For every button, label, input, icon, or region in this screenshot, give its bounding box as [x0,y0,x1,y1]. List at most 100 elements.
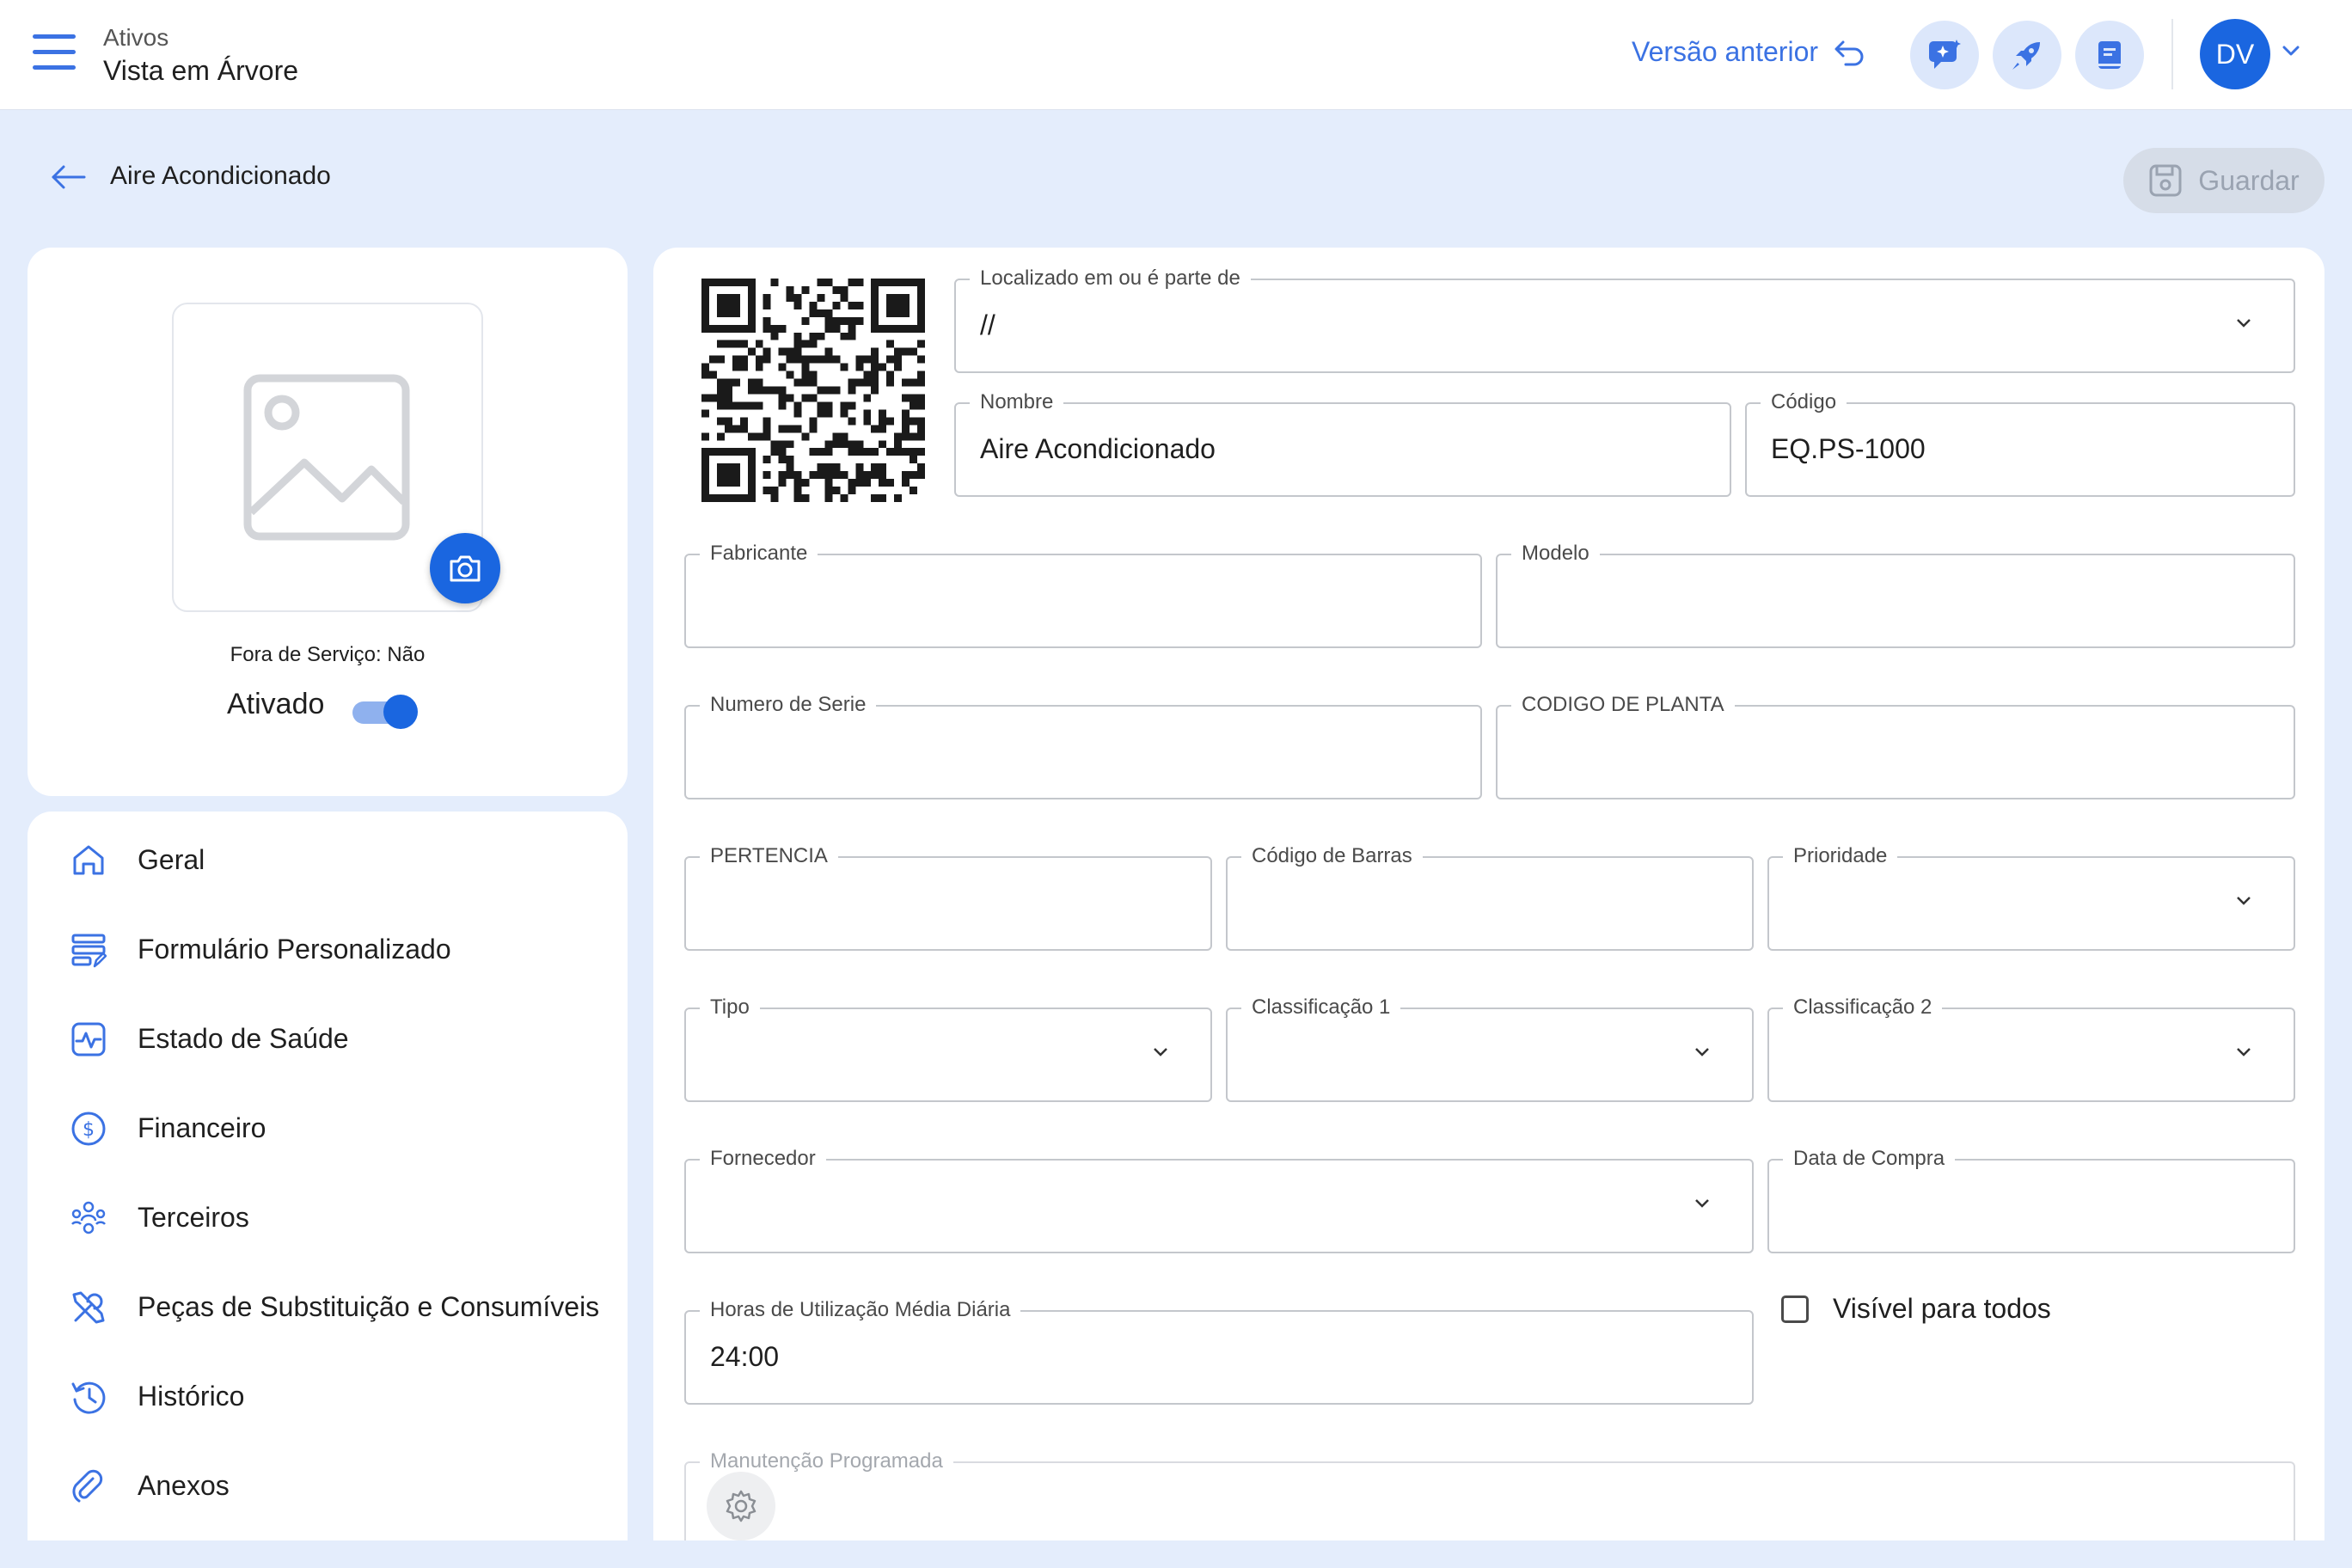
page-title: Aire Acondicionado [110,162,331,190]
chevron-down-icon [2237,319,2251,328]
toggle-knob [383,695,418,729]
guide-button[interactable] [2075,21,2144,89]
pertencia-label: PERTENCIA [700,844,838,868]
daily-hours-label: Horas de Utilização Média Diária [700,1298,1021,1322]
code-field[interactable]: Código EQ.PS-1000 [1745,390,2295,497]
chat-ai-button[interactable] [1910,21,1979,89]
model-field[interactable]: Modelo [1496,542,2295,648]
chevron-down-icon[interactable] [2282,45,2300,57]
header-divider [2171,19,2173,89]
camera-icon [450,555,481,582]
asset-photo-card: Fora de Serviço: Não Ativado [28,248,628,796]
supplier-label: Fornecedor [700,1147,826,1171]
classification1-select[interactable]: Classificação 1 [1226,995,1754,1102]
name-label: Nombre [970,390,1064,414]
visible-to-all-row[interactable]: Visível para todos [1781,1293,2051,1325]
scheduled-maintenance-label: Manutenção Programada [700,1449,953,1473]
save-button[interactable]: Guardar [2123,148,2324,213]
location-field[interactable]: Localizado em ou é parte de // [954,266,2295,373]
chevron-down-icon [1695,1199,1709,1208]
home-icon [73,845,104,875]
rocket-button[interactable] [1993,21,2061,89]
chevron-down-icon [2237,897,2251,905]
classification2-label: Classificação 2 [1783,995,1943,1020]
save-label: Guardar [2198,164,2300,196]
location-label: Localizado em ou é parte de [970,266,1251,291]
supplier-select[interactable]: Fornecedor [684,1147,1754,1253]
nav-item-health[interactable]: Estado de Saúde [28,995,628,1081]
chevron-down-icon [2237,1048,2251,1057]
custom-form-icon [71,934,107,968]
code-value: EQ.PS-1000 [1771,433,1926,464]
third-parties-icon [71,1201,106,1234]
visible-to-all-checkbox[interactable] [1781,1295,1809,1323]
daily-hours-field[interactable]: Horas de Utilização Média Diária 24:00 [684,1298,1754,1405]
history-icon [71,1381,106,1414]
priority-label: Prioridade [1783,844,1898,868]
nav-label: Estado de Saúde [138,1023,349,1054]
save-icon [2149,164,2182,197]
purchase-date-field[interactable]: Data de Compra [1767,1147,2295,1253]
plant-code-field[interactable]: CODIGO DE PLANTA [1496,693,2295,799]
nav-label: Histórico [138,1381,245,1412]
nav-label: Terceiros [138,1202,249,1233]
type-select[interactable]: Tipo [684,995,1212,1102]
code-label: Código [1761,390,1847,414]
svg-text:$: $ [83,1119,95,1141]
manufacturer-field[interactable]: Fabricante [684,542,1482,648]
previous-version-link[interactable]: Versão anterior [1632,36,1865,68]
nav-item-attachments[interactable]: Anexos [28,1442,628,1528]
avatar[interactable]: DV [2200,19,2270,89]
nav-item-custom-form[interactable]: Formulário Personalizado [28,906,628,992]
barcode-field[interactable]: Código de Barras [1226,844,1754,951]
nav-item-third-parties[interactable]: Terceiros [28,1174,628,1260]
nav-item-financial[interactable]: $ Financeiro [28,1085,628,1171]
nav-label: Geral [138,844,205,875]
undo-icon [1834,40,1864,65]
name-value: Aire Acondicionado [980,433,1216,464]
name-field[interactable]: Nombre Aire Acondicionado [954,390,1731,497]
camera-button[interactable] [430,533,500,603]
tools-icon [72,1291,105,1324]
nav-label: Financeiro [138,1112,266,1143]
menu-icon[interactable] [33,34,76,72]
top-bar: Ativos Vista em Árvore Versão anterior D… [0,0,2352,110]
breadcrumb-current: Vista em Árvore [103,55,299,86]
model-label: Modelo [1511,542,1600,566]
scheduled-maintenance-field: Manutenção Programada [684,1449,2295,1540]
manufacturer-label: Fabricante [700,542,818,566]
chevron-down-icon [1695,1048,1709,1057]
priority-select[interactable]: Prioridade [1767,844,2295,951]
nav-item-spare-parts[interactable]: Peças de Substituição e Consumíveis [28,1264,628,1350]
gear-icon [726,1490,756,1522]
plant-code-label: CODIGO DE PLANTA [1511,693,1735,717]
classification2-select[interactable]: Classificação 2 [1767,995,2295,1102]
rocket-icon [2012,42,2040,70]
book-icon [2098,41,2121,69]
serial-number-field[interactable]: Numero de Serie [684,693,1482,799]
asset-form: Localizado em ou é parte de // Nombre Ai… [653,248,2324,1540]
pertencia-field[interactable]: PERTENCIA [684,844,1212,951]
attachment-icon [72,1469,103,1503]
serial-number-label: Numero de Serie [700,693,877,717]
qr-code [701,279,925,502]
nav-label: Formulário Personalizado [138,934,451,965]
image-placeholder-icon [243,374,410,541]
dollar-icon: $ [71,1112,106,1146]
nav-item-history[interactable]: Histórico [28,1353,628,1439]
visible-to-all-label: Visível para todos [1833,1293,2051,1324]
chevron-down-icon [1154,1048,1167,1057]
back-arrow-icon[interactable] [50,163,86,191]
type-label: Tipo [700,995,760,1020]
chat-sparkle-icon [1929,40,1961,69]
classification1-label: Classificação 1 [1241,995,1401,1020]
nav-label: Peças de Substituição e Consumíveis [138,1291,600,1322]
nav-label: Anexos [138,1470,230,1501]
maintenance-settings-button[interactable] [707,1472,775,1540]
activated-label: Ativado [227,688,325,720]
breadcrumb-parent[interactable]: Ativos [103,24,168,52]
location-value: // [980,309,995,340]
previous-version-label: Versão anterior [1632,36,1819,67]
nav-item-geral[interactable]: Geral [28,817,628,903]
activated-toggle[interactable] [349,695,418,729]
